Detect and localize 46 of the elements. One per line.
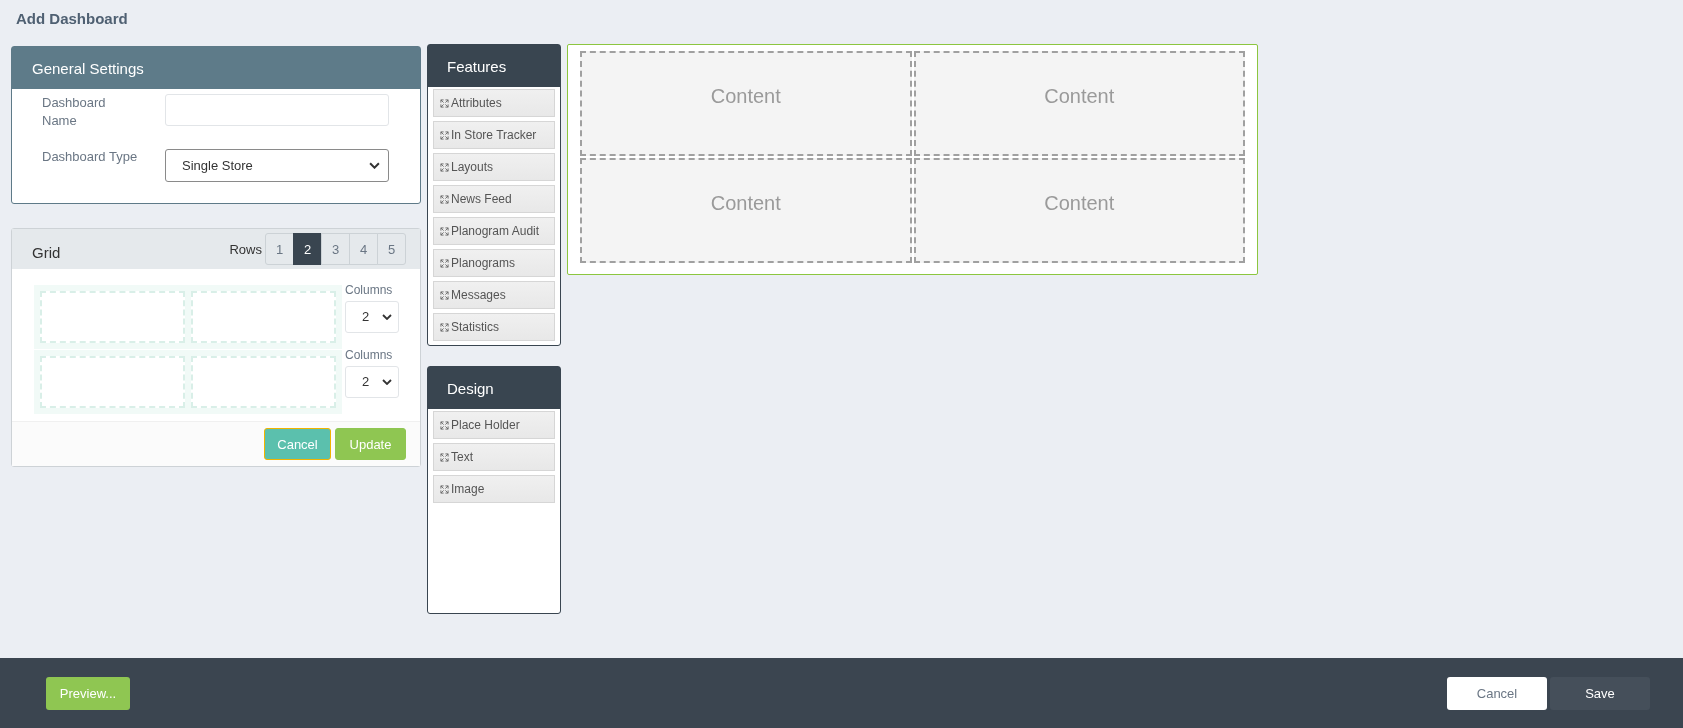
draggable-item[interactable]: Place Holder	[433, 411, 555, 439]
draggable-item[interactable]: Image	[433, 475, 555, 503]
draggable-item[interactable]: Text	[433, 443, 555, 471]
columns-select[interactable]: 2	[345, 365, 399, 398]
panel-title: General Settings	[32, 59, 144, 77]
expand-icon	[440, 98, 449, 108]
columns-label: Columns	[345, 282, 394, 297]
columns-label: Columns	[345, 347, 394, 362]
row-count-button[interactable]: 1	[265, 233, 294, 265]
expand-icon	[440, 290, 449, 300]
expand-icon	[440, 420, 449, 430]
expand-icon	[440, 162, 449, 172]
cancel-button[interactable]: Cancel	[1447, 676, 1547, 710]
panel-title: Grid	[32, 242, 62, 261]
expand-icon	[440, 226, 449, 236]
columns-select[interactable]: 2	[345, 300, 399, 333]
expand-icon	[440, 194, 449, 204]
text-field[interactable]	[165, 94, 389, 126]
expand-icon	[440, 322, 449, 332]
panel-title: Features	[447, 57, 507, 75]
draggable-item[interactable]: Statistics	[433, 313, 555, 341]
draggable-item[interactable]: Planogram Audit	[433, 217, 555, 245]
expand-icon	[440, 258, 449, 268]
draggable-item[interactable]: In Store Tracker	[433, 121, 555, 149]
select-field[interactable]: Single Store	[165, 149, 389, 182]
chevron-down-icon	[382, 378, 392, 385]
row-count-button[interactable]: 3	[321, 233, 350, 265]
expand-icon	[440, 484, 449, 494]
page-title: Add Dashboard	[16, 9, 129, 29]
field-label: Dashboard Type	[42, 148, 139, 166]
draggable-item[interactable]: Attributes	[433, 89, 555, 117]
draggable-item[interactable]: News Feed	[433, 185, 555, 213]
row-count-button[interactable]: 5	[377, 233, 406, 265]
draggable-item[interactable]: Planograms	[433, 249, 555, 277]
save-button[interactable]: Save	[1550, 676, 1650, 710]
rows-label: Rows	[229, 241, 262, 257]
row-count-button[interactable]: 4	[349, 233, 378, 265]
expand-icon	[440, 452, 449, 462]
chevron-down-icon	[369, 162, 380, 169]
field-label: Dashboard Name	[42, 94, 107, 130]
draggable-item[interactable]: Messages	[433, 281, 555, 309]
row-count-button[interactable]: 2	[293, 233, 322, 265]
panel-title: Design	[447, 379, 494, 397]
draggable-item[interactable]: Layouts	[433, 153, 555, 181]
expand-icon	[440, 130, 449, 140]
chevron-down-icon	[382, 313, 392, 320]
